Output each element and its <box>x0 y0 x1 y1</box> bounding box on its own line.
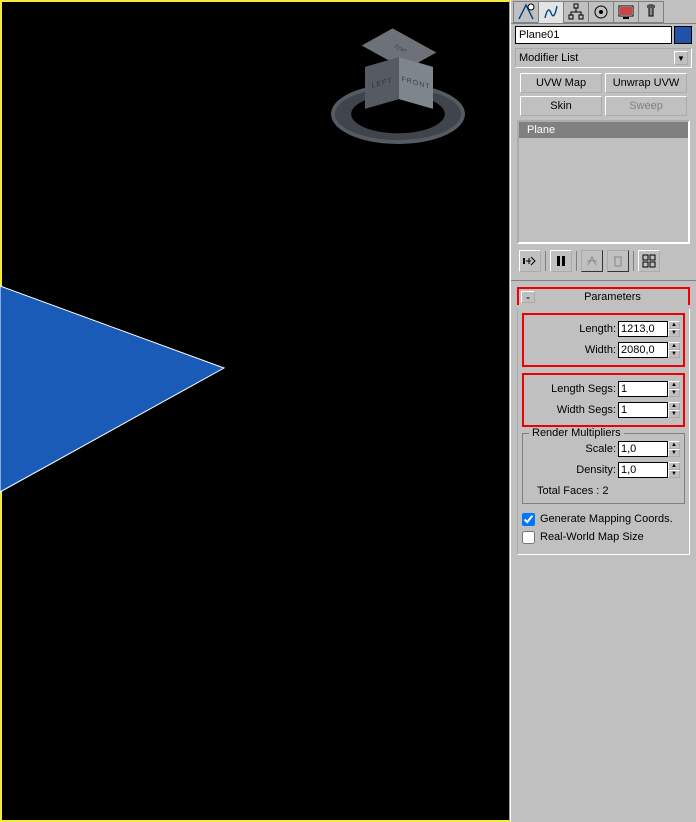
rollout-title: Parameters <box>537 291 688 303</box>
real-world-checkbox-row[interactable]: Real-World Map Size <box>522 528 685 546</box>
show-end-result-button[interactable] <box>550 250 572 272</box>
width-spinner-up[interactable]: ▲ <box>668 342 680 350</box>
generate-mapping-checkbox-row[interactable]: Generate Mapping Coords. <box>522 510 685 528</box>
parameters-rollout: - Parameters <box>517 287 690 305</box>
make-unique-button <box>581 250 603 272</box>
rollout-scroll-area[interactable]: - Parameters Length: ▲▼ Width: <box>511 281 696 822</box>
remove-modifier-button <box>607 250 629 272</box>
render-multipliers-group: Render Multipliers Scale: ▲▼ Density: ▲▼ <box>522 433 685 504</box>
render-multipliers-title: Render Multipliers <box>529 427 624 439</box>
scale-label: Scale: <box>585 443 616 455</box>
density-input[interactable] <box>618 462 668 478</box>
dimensions-highlight-group: Length: ▲▼ Width: ▲▼ <box>522 313 685 367</box>
density-spinner-down[interactable]: ▼ <box>668 470 680 478</box>
tab-create[interactable] <box>513 1 539 23</box>
length-segs-spinner-down[interactable]: ▼ <box>668 389 680 397</box>
width-segs-spinner-up[interactable]: ▲ <box>668 402 680 410</box>
width-segs-label: Width Segs: <box>557 404 616 416</box>
scale-spinner-up[interactable]: ▲ <box>668 441 680 449</box>
scale-input[interactable] <box>618 441 668 457</box>
scale-spinner-down[interactable]: ▼ <box>668 449 680 457</box>
generate-mapping-checkbox[interactable] <box>522 513 535 526</box>
modifier-stack-item[interactable]: Plane <box>519 122 688 138</box>
uvw-map-button[interactable]: UVW Map <box>520 73 602 93</box>
segments-highlight-group: Length Segs: ▲▼ Width Segs: ▲▼ <box>522 373 685 427</box>
rollout-collapse-button[interactable]: - <box>521 291 535 303</box>
viewcube-ring <box>331 84 465 144</box>
viewcube-face-front[interactable]: FRONT <box>399 57 433 109</box>
pin-stack-button[interactable] <box>519 250 541 272</box>
generate-mapping-label: Generate Mapping Coords. <box>540 513 673 525</box>
object-name-input[interactable] <box>515 26 672 44</box>
length-segs-input[interactable] <box>618 381 668 397</box>
sweep-button: Sweep <box>605 96 687 116</box>
viewcube-face-top[interactable]: TOP <box>362 28 437 69</box>
length-segs-spinner-up[interactable]: ▲ <box>668 381 680 389</box>
length-segs-label: Length Segs: <box>551 383 616 395</box>
viewcube[interactable]: TOP LEFT FRONT <box>331 54 465 160</box>
tab-utilities[interactable] <box>638 1 664 23</box>
width-segs-spinner-down[interactable]: ▼ <box>668 410 680 418</box>
density-spinner-up[interactable]: ▲ <box>668 462 680 470</box>
tab-motion[interactable] <box>588 1 614 23</box>
real-world-label: Real-World Map Size <box>540 531 644 543</box>
width-spinner-down[interactable]: ▼ <box>668 350 680 358</box>
length-spinner-up[interactable]: ▲ <box>668 321 680 329</box>
object-color-swatch[interactable] <box>674 26 692 44</box>
command-panel-tabs <box>511 0 696 24</box>
viewcube-cube[interactable]: TOP LEFT FRONT <box>371 50 429 120</box>
length-label: Length: <box>579 323 616 335</box>
tab-hierarchy[interactable] <box>563 1 589 23</box>
length-spinner-down[interactable]: ▼ <box>668 329 680 337</box>
total-faces-label: Total Faces : 2 <box>527 481 680 497</box>
viewcube-face-left[interactable]: LEFT <box>365 57 399 109</box>
skin-button[interactable]: Skin <box>520 96 602 116</box>
real-world-checkbox[interactable] <box>522 531 535 544</box>
plane-object[interactable] <box>0 280 230 500</box>
modifier-list-label: Modifier List <box>519 52 578 64</box>
length-input[interactable] <box>618 321 668 337</box>
configure-modifier-sets-button[interactable] <box>638 250 660 272</box>
width-label: Width: <box>585 344 616 356</box>
modifier-stack[interactable]: Plane <box>517 120 690 244</box>
tab-modify[interactable] <box>538 1 564 23</box>
tab-display[interactable] <box>613 1 639 23</box>
dropdown-arrow-icon: ▼ <box>674 51 688 65</box>
command-panel: Modifier List ▼ UVW Map Unwrap UVW Skin … <box>510 0 696 822</box>
width-input[interactable] <box>618 342 668 358</box>
unwrap-uvw-button[interactable]: Unwrap UVW <box>605 73 687 93</box>
modifier-list-dropdown[interactable]: Modifier List ▼ <box>515 48 692 68</box>
viewport[interactable]: TOP LEFT FRONT <box>0 0 510 822</box>
width-segs-input[interactable] <box>618 402 668 418</box>
density-label: Density: <box>576 464 616 476</box>
